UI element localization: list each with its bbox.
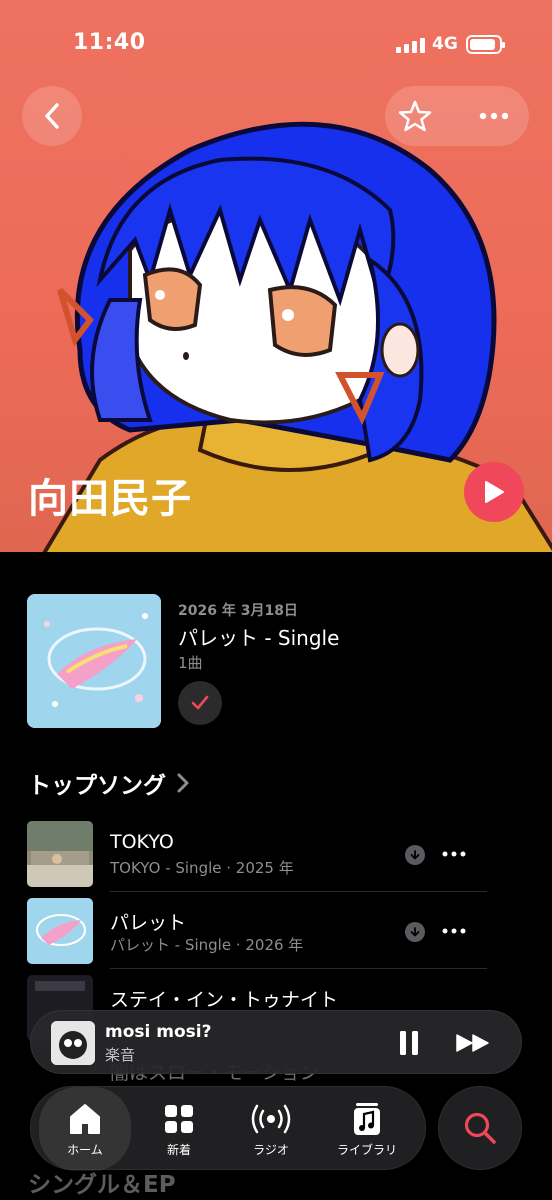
song-row[interactable]: TOKYO TOKYO - Single · 2025 年 [27,821,487,897]
artist-name: 向田民子 [28,476,192,522]
row-divider [110,891,487,892]
song-more-button[interactable] [441,843,467,865]
search-icon [464,1112,496,1144]
song-subtitle: パレット - Single · 2026 年 [110,936,304,954]
battery-icon [466,35,505,54]
now-playing-cover-image [51,1021,95,1065]
song-subtitle: TOKYO - Single · 2025 年 [110,859,294,877]
grid-icon [165,1105,193,1133]
added-to-library-button[interactable] [178,681,222,725]
song-more-button[interactable] [441,920,467,942]
song-title: パレット [110,912,187,934]
ellipsis-icon [442,928,466,934]
status-bar: 11:40 4G [0,0,552,90]
latest-release-artwork[interactable] [27,594,161,728]
tab-label: ライブラリ [336,1143,397,1157]
play-icon [485,481,504,503]
arrow-down-icon [410,850,420,860]
song-row[interactable]: パレット パレット - Single · 2026 年 [27,898,487,974]
now-playing-artist: 楽音 [105,1046,136,1064]
song-cover-image [27,898,93,964]
mini-player[interactable]: mosi mosi? 楽音 [30,1010,522,1074]
top-songs-heading[interactable]: トップソング [28,766,190,800]
home-icon [70,1104,100,1134]
release-track-count: 1曲 [178,654,203,672]
download-button[interactable] [405,922,425,942]
tab-label: ラジオ [253,1143,289,1157]
library-icon [354,1103,380,1135]
song-title: TOKYO [110,831,174,853]
release-title[interactable]: パレット - Single [178,622,339,651]
song-title: ステイ・イン・トゥナイト [110,989,339,1011]
pause-button[interactable] [393,1027,425,1059]
ellipsis-icon [479,112,509,120]
favorite-button[interactable] [395,96,435,136]
tab-library[interactable]: ライブラリ [321,1087,413,1171]
artist-hero: 11:40 4G 向田民子 [0,0,552,552]
song-cover-image [27,821,93,887]
tab-bar: ホーム 新着 ラジオ ライブラリ [30,1086,426,1171]
release-date: 2026 年 3月18日 [178,603,298,619]
checkmark-icon [191,695,209,710]
song-artwork [27,821,93,887]
search-button[interactable] [438,1086,522,1170]
tab-new[interactable]: 新着 [133,1087,225,1171]
ellipsis-icon [442,851,466,857]
radio-icon [251,1104,291,1134]
tab-radio[interactable]: ラジオ [225,1087,317,1171]
pause-icon [400,1031,418,1055]
next-track-button[interactable] [453,1027,493,1059]
play-button[interactable] [464,462,524,522]
download-button[interactable] [405,845,425,865]
chevron-right-icon [177,773,189,793]
forward-icon [456,1034,489,1052]
now-playing-artwork [51,1021,95,1065]
back-button[interactable] [22,86,82,146]
status-time: 11:40 [73,30,146,55]
artist-actions [385,86,529,146]
tab-home[interactable]: ホーム [39,1087,131,1171]
network-type: 4G [432,34,458,54]
top-songs-label: トップソング [28,773,166,799]
song-artwork [27,898,93,964]
now-playing-title: mosi mosi? [105,1022,212,1042]
arrow-down-icon [410,927,420,937]
chevron-left-icon [45,103,59,129]
more-options-button[interactable] [469,96,519,136]
release-cover-image [27,594,161,728]
tab-label: ホーム [67,1143,103,1157]
tab-label: 新着 [166,1143,191,1157]
row-divider [110,968,487,969]
cellular-signal-icon [396,37,426,53]
star-icon [398,100,432,132]
